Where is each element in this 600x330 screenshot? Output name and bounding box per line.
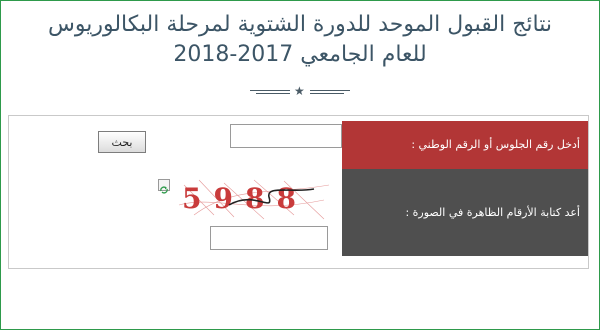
- captcha-image: 5988: [178, 179, 330, 220]
- captcha-area: 5988: [149, 169, 342, 256]
- id-label: أدخل رقم الجلوس أو الرقم الوطني :: [411, 138, 580, 151]
- refresh-icon[interactable]: [158, 179, 170, 194]
- captcha-digits: 5988: [182, 182, 308, 215]
- search-form: أدخل رقم الجلوس أو الرقم الوطني : أعد كت…: [8, 115, 589, 269]
- captcha-label: أعد كتابة الأرقام الظاهرة في الصورة :: [405, 206, 580, 219]
- captcha-input[interactable]: [210, 226, 328, 250]
- id-number-input[interactable]: [230, 124, 342, 148]
- page-title: نتائج القبول الموحد للدورة الشتوية لمرحل…: [20, 10, 580, 70]
- search-button[interactable]: بحث: [98, 131, 146, 153]
- id-label-cell: أدخل رقم الجلوس أو الرقم الوطني :: [342, 121, 588, 169]
- captcha-label-cell: أعد كتابة الأرقام الظاهرة في الصورة :: [342, 169, 588, 256]
- star-icon: ★: [294, 84, 305, 98]
- title-line-1: نتائج القبول الموحد للدورة الشتوية لمرحل…: [48, 12, 552, 37]
- title-line-2: للعام الجامعي 2017-2018: [173, 42, 427, 67]
- title-divider: ★: [250, 84, 350, 99]
